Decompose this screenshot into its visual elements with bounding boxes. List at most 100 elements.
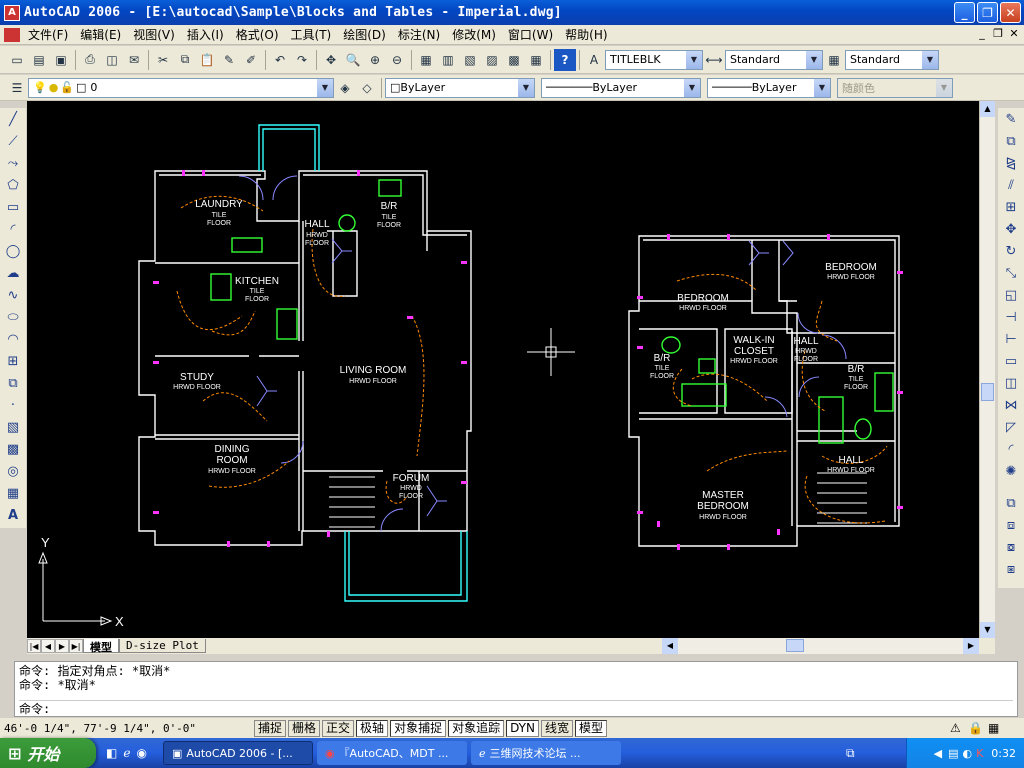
table-style-icon[interactable]: ▦ [823, 49, 845, 71]
ellipse-icon[interactable]: ⬭ [2, 306, 24, 328]
menu-edit[interactable]: 编辑(E) [74, 26, 127, 43]
autocad-app-icon[interactable]: A [4, 4, 20, 21]
save-icon[interactable]: ▣ [50, 49, 72, 71]
region-icon[interactable]: ◎ [2, 460, 24, 482]
fillet-icon[interactable]: ◜ [1000, 438, 1022, 460]
scroll-thumb[interactable] [981, 383, 994, 401]
point-icon[interactable]: · [2, 394, 24, 416]
chevron-down-icon[interactable]: ▼ [814, 78, 830, 97]
tab-layout[interactable]: D-size Plot [119, 639, 206, 653]
menu-help[interactable]: 帮助(H) [559, 26, 613, 43]
paste-icon[interactable]: 📋 [196, 49, 218, 71]
multiline-text-icon[interactable]: A [2, 504, 24, 526]
move-icon[interactable]: ✥ [1000, 218, 1022, 240]
snap-toggle[interactable]: 捕捉 [254, 719, 287, 737]
layer-select[interactable]: 💡 ● 🔓 □ 0 ▼ [28, 77, 334, 98]
chevron-down-icon[interactable]: ▼ [684, 78, 700, 97]
chevron-down-icon[interactable]: ▼ [518, 78, 534, 97]
lineweight-toggle[interactable]: 线宽 [540, 719, 573, 737]
tool-palettes-icon[interactable]: ▧ [459, 49, 481, 71]
open-icon[interactable]: ▤ [28, 49, 50, 71]
lock-icon[interactable]: 🔒 [968, 721, 983, 735]
task-browser-2[interactable]: ℯ 三维网技术论坛 ... [470, 741, 621, 765]
bring-front-icon[interactable]: ⧈ [1000, 514, 1022, 536]
tab-next-icon[interactable]: ▶ [55, 639, 69, 653]
taskbar-toolbar-icon[interactable]: ⧉ [846, 746, 855, 761]
circle-icon[interactable]: ◯ [2, 240, 24, 262]
ellipse-arc-icon[interactable]: ◠ [2, 328, 24, 350]
new-icon[interactable]: ▭ [6, 49, 28, 71]
command-window[interactable]: 命令: 指定对角点: *取消* 命令: *取消* 命令: [14, 661, 1018, 717]
task-browser-1[interactable]: ◉ 『AutoCAD、MDT ... [316, 741, 467, 765]
design-center-icon[interactable]: ▥ [437, 49, 459, 71]
drawing-canvas[interactable]: LAUNDRY TILE FLOOR B/R TILE FLOOR HALL H… [27, 101, 979, 638]
maximize-button[interactable]: ❐ [977, 2, 998, 23]
erase-icon[interactable]: ✎ [1000, 108, 1022, 130]
revision-cloud-icon[interactable]: ☁ [2, 262, 24, 284]
menu-dimension[interactable]: 标注(N) [392, 26, 446, 43]
gradient-icon[interactable]: ▩ [2, 438, 24, 460]
publish-icon[interactable]: ✉ [123, 49, 145, 71]
menu-draw[interactable]: 绘图(D) [337, 26, 392, 43]
scroll-up-icon[interactable]: ▲ [980, 101, 995, 117]
menu-tools[interactable]: 工具(T) [285, 26, 338, 43]
line-icon[interactable]: ╱ [2, 108, 24, 130]
scroll-thumb[interactable] [786, 639, 804, 652]
draworder-icon[interactable]: ⧉ [1000, 492, 1022, 514]
rectangle-icon[interactable]: ▭ [2, 196, 24, 218]
polar-toggle[interactable]: 极轴 [356, 719, 389, 737]
chevron-down-icon[interactable]: ▼ [922, 50, 938, 69]
calculator-icon[interactable]: ▦ [525, 49, 547, 71]
menu-view[interactable]: 视图(V) [127, 26, 181, 43]
hatch-icon[interactable]: ▧ [2, 416, 24, 438]
menu-insert[interactable]: 插入(I) [181, 26, 230, 43]
menu-modify[interactable]: 修改(M) [446, 26, 502, 43]
layer-manager-icon[interactable]: ☰ [6, 77, 28, 99]
grid-toggle[interactable]: 栅格 [288, 719, 321, 737]
task-autocad[interactable]: ▣ AutoCAD 2006 - [... [162, 741, 313, 765]
zoom-previous-icon[interactable]: ⊖ [386, 49, 408, 71]
construction-line-icon[interactable]: ⟋ [2, 130, 24, 152]
undo-icon[interactable]: ↶ [269, 49, 291, 71]
print-icon[interactable]: ⎙ [79, 49, 101, 71]
tray-arrow-icon[interactable]: ◀ [934, 747, 942, 760]
rotate-icon[interactable]: ↻ [1000, 240, 1022, 262]
scroll-down-icon[interactable]: ▼ [980, 622, 995, 638]
dyn-toggle[interactable]: DYN [506, 719, 539, 737]
layer-previous-icon[interactable]: ◇ [356, 77, 378, 99]
extend-icon[interactable]: ⊢ [1000, 328, 1022, 350]
tab-model[interactable]: 模型 [83, 639, 119, 654]
table-style-select[interactable]: Standard ▼ [845, 49, 939, 70]
clean-screen-icon[interactable]: ▦ [988, 721, 999, 735]
send-back-icon[interactable]: ⧇ [1000, 536, 1022, 558]
show-desktop-icon[interactable]: ◧ [106, 746, 117, 760]
polygon-icon[interactable]: ⬠ [2, 174, 24, 196]
mirror-icon[interactable]: ⧎ [1000, 152, 1022, 174]
text-front-icon[interactable]: ⧆ [1000, 558, 1022, 580]
block-editor-icon[interactable]: ✐ [240, 49, 262, 71]
volume-icon[interactable]: ◐ [962, 747, 972, 760]
zoom-window-icon[interactable]: ⊕ [364, 49, 386, 71]
explode-icon[interactable]: ✺ [1000, 460, 1022, 482]
menu-format[interactable]: 格式(O) [230, 26, 285, 43]
help-icon[interactable]: ? [554, 48, 576, 71]
text-style-icon[interactable]: A [583, 49, 605, 71]
text-style-select[interactable]: TITLEBLK ▼ [605, 49, 703, 70]
plot-preview-icon[interactable]: ◫ [101, 49, 123, 71]
title-bar[interactable]: A AutoCAD 2006 - [E:\autocad\Sample\Bloc… [0, 0, 1024, 25]
zoom-realtime-icon[interactable]: 🔍 [342, 49, 364, 71]
doc-restore-button[interactable]: ❐ [990, 27, 1006, 42]
table-icon[interactable]: ▦ [2, 482, 24, 504]
menu-file[interactable]: 文件(F) [22, 26, 74, 43]
otrack-toggle[interactable]: 对象追踪 [448, 719, 505, 737]
dim-style-select[interactable]: Standard ▼ [725, 49, 823, 70]
break-icon[interactable]: ◫ [1000, 372, 1022, 394]
pan-realtime-icon[interactable]: ✥ [320, 49, 342, 71]
lineweight-select[interactable]: ────── ByLayer ▼ [707, 77, 831, 98]
properties-icon[interactable]: ▦ [415, 49, 437, 71]
doc-minimize-button[interactable]: _ [974, 27, 990, 42]
copy-icon[interactable]: ⧉ [174, 49, 196, 71]
chevron-down-icon[interactable]: ▼ [317, 78, 333, 97]
cut-icon[interactable]: ✂ [152, 49, 174, 71]
sheet-set-icon[interactable]: ▨ [481, 49, 503, 71]
